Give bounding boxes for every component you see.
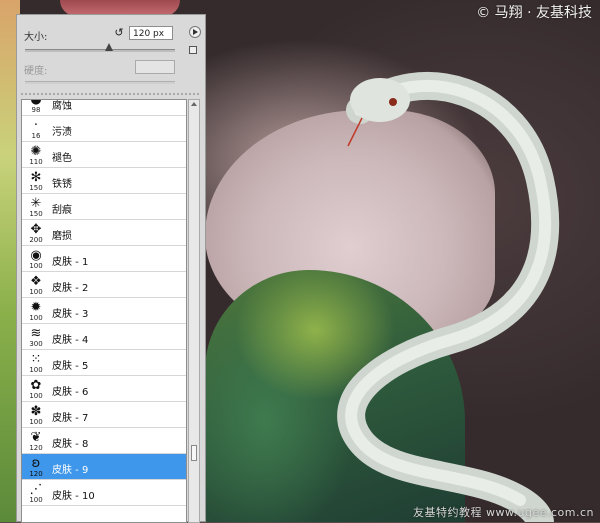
brush-size-label: 100 [29, 314, 43, 322]
brush-size-label: 100 [29, 418, 43, 426]
size-slider-track[interactable] [25, 49, 175, 52]
brush-preset-name: 褪色 [52, 153, 72, 164]
brush-preset-item[interactable]: ✻ 150 铁锈 [22, 168, 186, 194]
panel-menu-button[interactable] [189, 26, 201, 38]
brush-preset-item[interactable]: ⋰ 100 皮肤 - 10 [22, 480, 186, 506]
brush-size-label: 300 [29, 340, 43, 348]
brush-preset-name: 污渍 [52, 127, 72, 138]
brush-size-label: 200 [29, 236, 43, 244]
brush-preset-item[interactable]: ✥ 200 磨损 [22, 220, 186, 246]
brush-preset-name: 皮肤 - 5 [52, 361, 89, 372]
brush-preset-name: 皮肤 - 8 [52, 439, 89, 450]
brush-preset-name: 皮肤 - 1 [52, 257, 89, 268]
brush-preset-name: 磨损 [52, 231, 72, 242]
brush-size-label: 120 [29, 444, 43, 452]
brush-preset-item[interactable]: ✳ 150 刮痕 [22, 194, 186, 220]
brush-preset-item[interactable]: ✹ 100 皮肤 - 3 [22, 298, 186, 324]
brush-preset-panel: 大小: ↺ 120 px 硬度: ● 98 腐蚀 · 16 污渍 ✺ 110 褪色 ✻ 150 铁锈 ✳… [16, 14, 206, 523]
brush-preset-name: 皮肤 - 9 [52, 465, 89, 476]
hardness-slider-track[interactable] [25, 81, 175, 84]
brush-preset-item[interactable]: ✽ 100 皮肤 - 7 [22, 402, 186, 428]
brush-size-label: 16 [31, 132, 41, 140]
brush-preset-item[interactable]: ✿ 100 皮肤 - 6 [22, 376, 186, 402]
brush-preset-item[interactable]: ✺ 110 褪色 [22, 142, 186, 168]
brush-preset-name: 皮肤 - 10 [52, 491, 95, 502]
size-label: 大小: [24, 32, 48, 43]
hardness-label: 硬度: [24, 66, 48, 77]
brush-preset-name: 皮肤 - 2 [52, 283, 89, 294]
brush-size-label: 150 [29, 184, 43, 192]
brush-preset-item[interactable]: ʚ 120 皮肤 - 9 [22, 454, 186, 480]
reset-size-icon[interactable]: ↺ [113, 27, 125, 39]
brush-size-label: 100 [29, 392, 43, 400]
brush-preset-item[interactable]: ⁙ 100 皮肤 - 5 [22, 350, 186, 376]
brush-size-label: 120 [29, 470, 43, 478]
brush-preset-name: 皮肤 - 4 [52, 335, 89, 346]
brush-size-label: 100 [29, 262, 43, 270]
panel-divider [21, 93, 201, 95]
brush-preset-name: 皮肤 - 3 [52, 309, 89, 320]
brush-preset-item[interactable]: ≋ 300 皮肤 - 4 [22, 324, 186, 350]
brush-size-label: 150 [29, 210, 43, 218]
brush-preset-list: ● 98 腐蚀 · 16 污渍 ✺ 110 褪色 ✻ 150 铁锈 ✳ 150 刮痕 ✥ 200 磨损 ◉ 100 皮肤… [21, 99, 187, 523]
scroll-up-arrow-icon[interactable] [191, 102, 197, 106]
brush-preset-name: 皮肤 - 7 [52, 413, 89, 424]
brush-preset-name: 刮痕 [52, 205, 72, 216]
brush-size-label: 100 [29, 288, 43, 296]
brush-preset-item[interactable]: · 16 污渍 [22, 116, 186, 142]
preset-list-scrollbar[interactable] [188, 99, 200, 523]
brush-preset-name: 铁锈 [52, 179, 72, 190]
brush-preset-name: 皮肤 - 6 [52, 387, 89, 398]
brush-preset-item[interactable]: ❦ 120 皮肤 - 8 [22, 428, 186, 454]
brush-size-label: 98 [31, 106, 41, 114]
brush-size-label: 100 [29, 496, 43, 504]
brush-size-label: 110 [29, 158, 43, 166]
size-slider-thumb[interactable] [105, 43, 113, 51]
brush-size-label: 100 [29, 366, 43, 374]
watermark-site: 友基特约教程 www.ugee.com.cn [413, 506, 594, 519]
size-input[interactable]: 120 px [129, 26, 173, 40]
scroll-thumb[interactable] [191, 445, 197, 461]
watermark-credit: © 马翔 · 友基科技 [476, 5, 592, 21]
hardness-input[interactable] [135, 60, 175, 74]
brush-preset-item[interactable]: ● 98 腐蚀 [22, 100, 186, 116]
new-preset-icon[interactable] [189, 46, 197, 54]
brush-preset-item[interactable]: ❖ 100 皮肤 - 2 [22, 272, 186, 298]
brush-preset-name: 腐蚀 [52, 101, 72, 112]
brush-preset-item[interactable]: ◉ 100 皮肤 - 1 [22, 246, 186, 272]
